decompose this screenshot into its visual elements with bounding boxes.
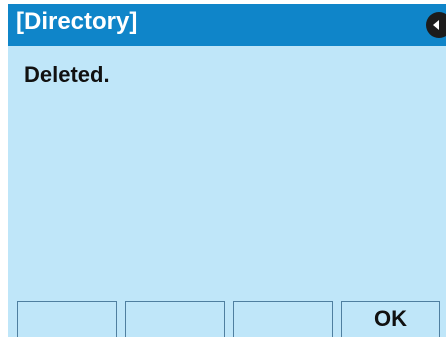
softkey-2[interactable] [125, 301, 225, 337]
screen-title: [Directory] [16, 8, 138, 35]
status-message: Deleted. [24, 62, 110, 87]
softkey-3[interactable] [233, 301, 333, 337]
softkey-1[interactable] [17, 301, 117, 337]
ok-softkey[interactable]: OK [341, 301, 440, 337]
title-bar: [Directory] [8, 4, 446, 46]
back-arrow-icon[interactable] [426, 12, 446, 38]
phone-display: [Directory] Deleted. [8, 4, 446, 337]
